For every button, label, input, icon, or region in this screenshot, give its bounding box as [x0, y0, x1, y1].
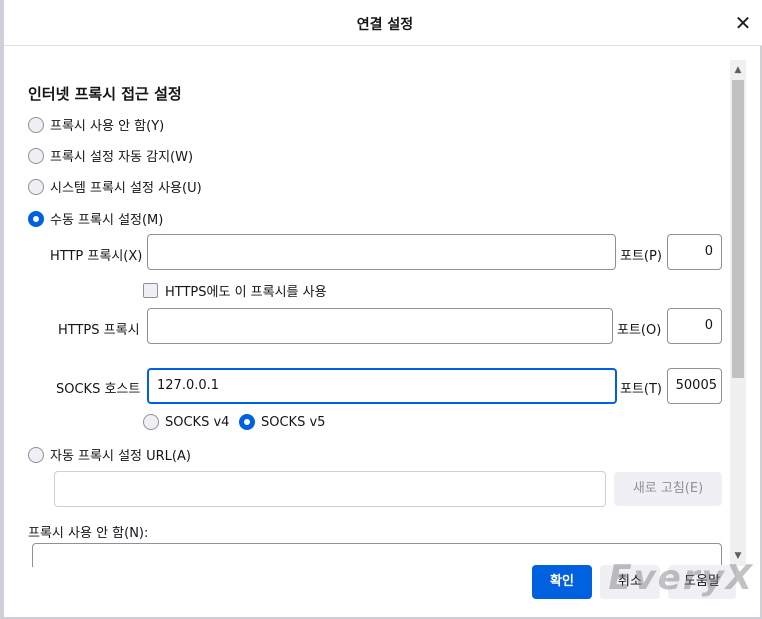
radio-circle[interactable]	[28, 147, 44, 164]
scroll-up-icon[interactable]: ▲	[730, 62, 746, 78]
scroll-thumb[interactable]	[732, 80, 744, 378]
socks-host-input[interactable]: 127.0.0.1	[147, 368, 617, 404]
radio-label: SOCKS v5	[261, 414, 326, 430]
socks-port-label: 포트(T)	[620, 382, 663, 397]
radio-circle-selected[interactable]	[239, 414, 255, 430]
radio-system-proxy[interactable]: 시스템 프록시 설정 사용(U)	[28, 177, 202, 196]
radio-manual-proxy[interactable]: 수동 프록시 설정(M)	[28, 209, 163, 228]
radio-no-proxy[interactable]: 프록시 사용 안 함(Y)	[28, 115, 164, 134]
radio-auto-proxy-url[interactable]: 자동 프록시 설정 URL(A)	[28, 445, 191, 464]
https-same-proxy-checkbox[interactable]: HTTPS에도 이 프록시를 사용	[143, 281, 327, 300]
radio-circle[interactable]	[28, 178, 44, 195]
radio-socks-v4[interactable]: SOCKS v4	[143, 414, 229, 430]
http-port-input[interactable]: 0	[667, 234, 722, 270]
radio-label: 수동 프록시 설정(M)	[50, 213, 164, 228]
https-port-label: 포트(O)	[617, 323, 662, 338]
watermark: EveryX	[608, 558, 754, 598]
ok-button[interactable]: 확인	[532, 565, 592, 599]
scrollbar[interactable]: ▲ ▼	[730, 60, 746, 566]
checkbox-label: HTTPS에도 이 프록시를 사용	[165, 285, 327, 300]
socks-host-label: SOCKS 호스트	[56, 382, 141, 397]
section-title: 인터넷 프록시 접근 설정	[28, 85, 182, 103]
http-proxy-label: HTTP 프록시(X)	[50, 249, 143, 264]
dialog-titlebar: 연결 설정 ✕	[4, 0, 762, 46]
radio-label: 자동 프록시 설정 URL(A)	[50, 449, 191, 464]
radio-circle[interactable]	[143, 414, 159, 430]
auto-proxy-url-input[interactable]	[54, 471, 606, 507]
dialog-title: 연결 설정	[356, 17, 414, 33]
radio-circle-selected[interactable]	[28, 210, 44, 227]
close-icon[interactable]: ✕	[732, 12, 754, 34]
radio-circle[interactable]	[28, 116, 44, 133]
radio-label: 프록시 사용 안 함(Y)	[50, 119, 165, 134]
reload-button[interactable]: 새로 고침(E)	[614, 472, 722, 506]
radio-label: SOCKS v4	[165, 414, 230, 430]
checkbox-box[interactable]	[143, 283, 158, 298]
http-proxy-input[interactable]	[147, 234, 616, 270]
radio-auto-detect[interactable]: 프록시 설정 자동 감지(W)	[28, 146, 193, 165]
radio-socks-v5[interactable]: SOCKS v5	[239, 414, 325, 430]
socks-port-input[interactable]: 50005	[667, 368, 722, 404]
radio-label: 프록시 설정 자동 감지(W)	[50, 150, 194, 165]
https-proxy-input[interactable]	[147, 308, 613, 344]
dialog-content: 인터넷 프록시 접근 설정 프록시 사용 안 함(Y) 프록시 설정 자동 감지…	[8, 47, 730, 567]
radio-label: 시스템 프록시 설정 사용(U)	[50, 181, 202, 196]
radio-circle[interactable]	[28, 446, 44, 463]
connection-settings-dialog: 연결 설정 ✕ 인터넷 프록시 접근 설정 프록시 사용 안 함(Y) 프록시 …	[0, 0, 762, 619]
no-proxy-for-label: 프록시 사용 안 함(N):	[28, 526, 149, 541]
http-port-label: 포트(P)	[620, 249, 662, 264]
https-port-input[interactable]: 0	[667, 308, 722, 344]
https-proxy-label: HTTPS 프록시	[58, 323, 140, 338]
